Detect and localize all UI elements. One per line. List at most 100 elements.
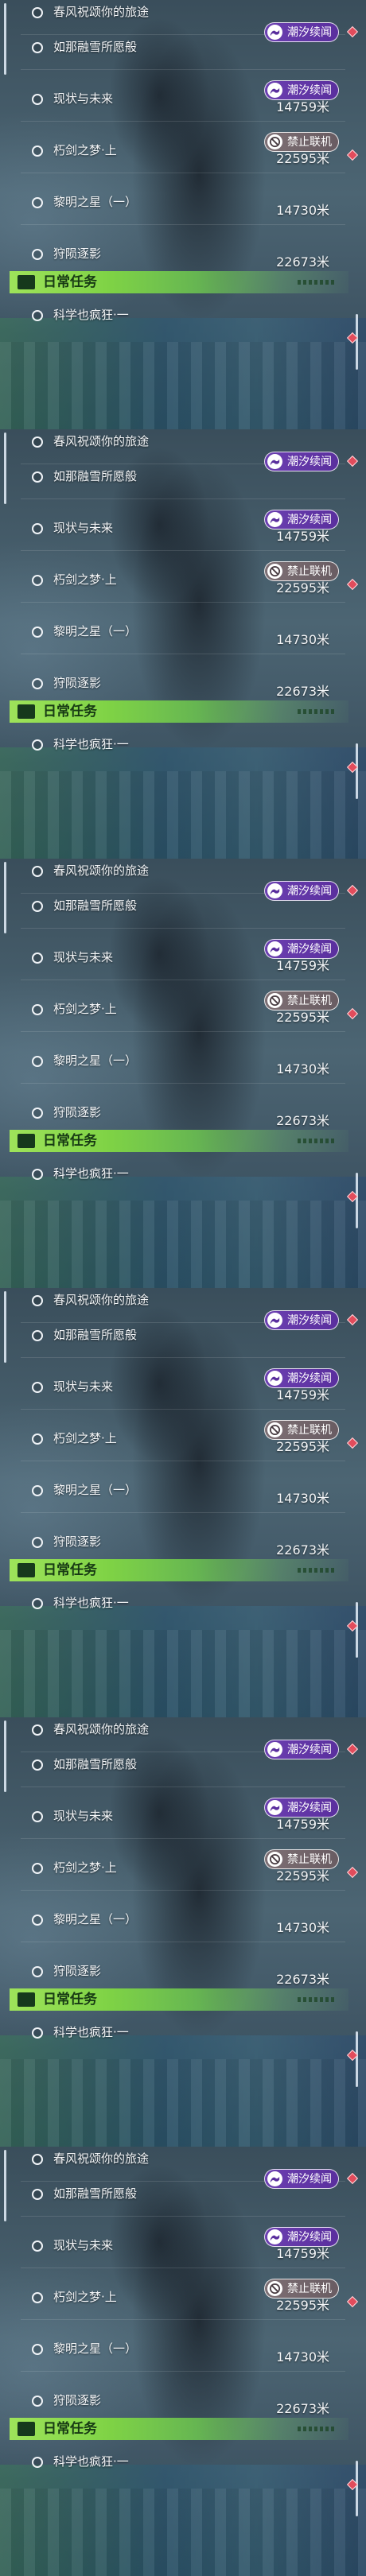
header-decoration bbox=[298, 2427, 334, 2431]
track-radio-button[interactable] bbox=[32, 952, 43, 964]
track-radio-button[interactable] bbox=[32, 1759, 43, 1771]
daily-quest-row[interactable]: 科学也疯狂·一 bbox=[0, 2445, 366, 2480]
daily-quest-row[interactable]: 科学也疯狂·一 bbox=[0, 2015, 366, 2050]
quest-row[interactable]: 朽剑之梦·上 22595米 禁止联机 bbox=[0, 129, 366, 173]
quest-row[interactable]: 黎明之星（一） 14730米 bbox=[0, 1468, 366, 1513]
quest-row[interactable]: 黎明之星（一） 14730米 bbox=[0, 180, 366, 225]
track-radio-button[interactable] bbox=[32, 2292, 43, 2303]
quest-distance: 22595米 bbox=[276, 1868, 329, 1884]
quest-name: 狩陨逐影 bbox=[53, 1105, 102, 1119]
quest-row[interactable]: 如那融雪所愿般 潮汐续闻 bbox=[0, 452, 366, 499]
track-radio-button[interactable] bbox=[32, 1966, 43, 1977]
track-radio-button[interactable] bbox=[32, 575, 43, 586]
quest-row[interactable]: 如那融雪所愿般 潮汐续闻 bbox=[0, 2169, 366, 2217]
track-radio-button[interactable] bbox=[32, 1004, 43, 1015]
quest-row[interactable]: 黎明之星（一） 14730米 bbox=[0, 2327, 366, 2372]
tidal-wave-icon bbox=[267, 883, 282, 898]
track-radio-button[interactable] bbox=[32, 2344, 43, 2355]
quest-row[interactable]: 朽剑之梦·上 22595米 禁止联机 bbox=[0, 1417, 366, 1461]
track-radio-button[interactable] bbox=[32, 1485, 43, 1496]
quest-name: 现状与未来 bbox=[53, 521, 114, 535]
daily-quests-header[interactable]: 日常任务 bbox=[10, 1988, 348, 2011]
track-radio-button[interactable] bbox=[32, 1295, 43, 1306]
quest-tag-badge: 潮汐续闻 bbox=[264, 2227, 339, 2247]
no-coop-icon bbox=[267, 993, 282, 1008]
track-radio-button[interactable] bbox=[32, 866, 43, 877]
track-radio-button[interactable] bbox=[32, 2240, 43, 2252]
track-radio-button[interactable] bbox=[32, 1915, 43, 1926]
quest-row[interactable]: 如那融雪所愿般 潮汐续闻 bbox=[0, 22, 366, 70]
quest-row[interactable]: 黎明之星（一） 14730米 bbox=[0, 610, 366, 654]
quest-row[interactable]: 狩陨逐影 22673米 bbox=[0, 661, 366, 706]
quest-row[interactable]: 如那融雪所愿般 潮汐续闻 bbox=[0, 1740, 366, 1787]
row-divider bbox=[21, 1838, 345, 1839]
track-radio-button[interactable] bbox=[32, 42, 43, 53]
quest-row[interactable]: 如那融雪所愿般 潮汐续闻 bbox=[0, 1310, 366, 1358]
quest-tag-label: 潮汐续闻 bbox=[287, 1744, 332, 1756]
track-radio-button[interactable] bbox=[32, 739, 43, 751]
track-radio-button[interactable] bbox=[32, 7, 43, 18]
quest-name: 如那融雪所愿般 bbox=[53, 2186, 138, 2201]
track-radio-button[interactable] bbox=[32, 2457, 43, 2468]
quest-row[interactable]: 现状与未来 14759米 潮汐续闻 bbox=[0, 506, 366, 551]
quest-distance: 22673米 bbox=[276, 684, 329, 699]
quest-row[interactable]: 狩陨逐影 22673米 bbox=[0, 2379, 366, 2423]
quest-row[interactable]: 现状与未来 14759米 潮汐续闻 bbox=[0, 2224, 366, 2268]
track-radio-button[interactable] bbox=[32, 1811, 43, 1822]
quest-row[interactable]: 现状与未来 14759米 潮汐续闻 bbox=[0, 1794, 366, 1839]
track-radio-button[interactable] bbox=[32, 1724, 43, 1736]
daily-quests-header[interactable]: 日常任务 bbox=[10, 1559, 348, 1581]
track-radio-button[interactable] bbox=[32, 1537, 43, 1548]
quest-row[interactable]: 狩陨逐影 22673米 bbox=[0, 1091, 366, 1135]
quest-row[interactable]: 朽剑之梦·上 22595米 禁止联机 bbox=[0, 987, 366, 1032]
quest-row[interactable]: 现状与未来 14759米 潮汐续闻 bbox=[0, 77, 366, 122]
quest-distance: 22595米 bbox=[276, 1010, 329, 1025]
quest-row[interactable]: 狩陨逐影 22673米 bbox=[0, 1520, 366, 1565]
quest-row[interactable]: 黎明之星（一） 14730米 bbox=[0, 1898, 366, 1942]
daily-quests-header[interactable]: 日常任务 bbox=[10, 1130, 348, 1152]
track-radio-button[interactable] bbox=[32, 2154, 43, 2165]
track-radio-button[interactable] bbox=[32, 145, 43, 157]
track-radio-button[interactable] bbox=[32, 471, 43, 483]
quest-name: 黎明之星（一） bbox=[53, 1483, 138, 1497]
quest-row[interactable]: 现状与未来 14759米 潮汐续闻 bbox=[0, 1365, 366, 1410]
daily-quest-row[interactable]: 科学也疯狂·一 bbox=[0, 1157, 366, 1192]
track-radio-button[interactable] bbox=[32, 1330, 43, 1341]
track-radio-button[interactable] bbox=[32, 2396, 43, 2407]
track-radio-button[interactable] bbox=[32, 197, 43, 208]
track-radio-button[interactable] bbox=[32, 1433, 43, 1445]
track-radio-button[interactable] bbox=[32, 1169, 43, 1180]
daily-quest-row[interactable]: 科学也疯狂·一 bbox=[0, 1586, 366, 1621]
track-radio-button[interactable] bbox=[32, 523, 43, 534]
track-radio-button[interactable] bbox=[32, 249, 43, 260]
quest-row[interactable]: 朽剑之梦·上 22595米 禁止联机 bbox=[0, 1846, 366, 1891]
quest-row[interactable]: 朽剑之梦·上 22595米 禁止联机 bbox=[0, 2275, 366, 2320]
daily-quests-header[interactable]: 日常任务 bbox=[10, 2418, 348, 2440]
track-radio-button[interactable] bbox=[32, 1056, 43, 1067]
track-radio-button[interactable] bbox=[32, 1108, 43, 1119]
daily-quest-row[interactable]: 科学也疯狂·一 bbox=[0, 727, 366, 762]
daily-quests-header[interactable]: 日常任务 bbox=[10, 271, 348, 293]
quest-row[interactable]: 狩陨逐影 22673米 bbox=[0, 1949, 366, 1994]
track-radio-button[interactable] bbox=[32, 436, 43, 448]
track-radio-button[interactable] bbox=[32, 1598, 43, 1609]
track-radio-button[interactable] bbox=[32, 627, 43, 638]
quest-row[interactable]: 狩陨逐影 22673米 bbox=[0, 232, 366, 277]
header-decoration bbox=[298, 709, 334, 714]
track-radio-button[interactable] bbox=[32, 1863, 43, 1874]
quest-distance: 14759米 bbox=[276, 1817, 329, 1832]
quest-row[interactable]: 黎明之星（一） 14730米 bbox=[0, 1039, 366, 1084]
track-radio-button[interactable] bbox=[32, 2027, 43, 2039]
daily-quest-row[interactable]: 科学也疯狂·一 bbox=[0, 298, 366, 333]
track-radio-button[interactable] bbox=[32, 1382, 43, 1393]
track-radio-button[interactable] bbox=[32, 678, 43, 689]
quest-row[interactable]: 现状与未来 14759米 潮汐续闻 bbox=[0, 936, 366, 980]
track-radio-button[interactable] bbox=[32, 310, 43, 321]
quest-row[interactable]: 如那融雪所愿般 潮汐续闻 bbox=[0, 881, 366, 929]
track-radio-button[interactable] bbox=[32, 94, 43, 105]
row-divider bbox=[21, 2319, 345, 2320]
daily-quests-header[interactable]: 日常任务 bbox=[10, 700, 348, 723]
quest-row[interactable]: 朽剑之梦·上 22595米 禁止联机 bbox=[0, 558, 366, 603]
track-radio-button[interactable] bbox=[32, 901, 43, 912]
track-radio-button[interactable] bbox=[32, 2189, 43, 2200]
